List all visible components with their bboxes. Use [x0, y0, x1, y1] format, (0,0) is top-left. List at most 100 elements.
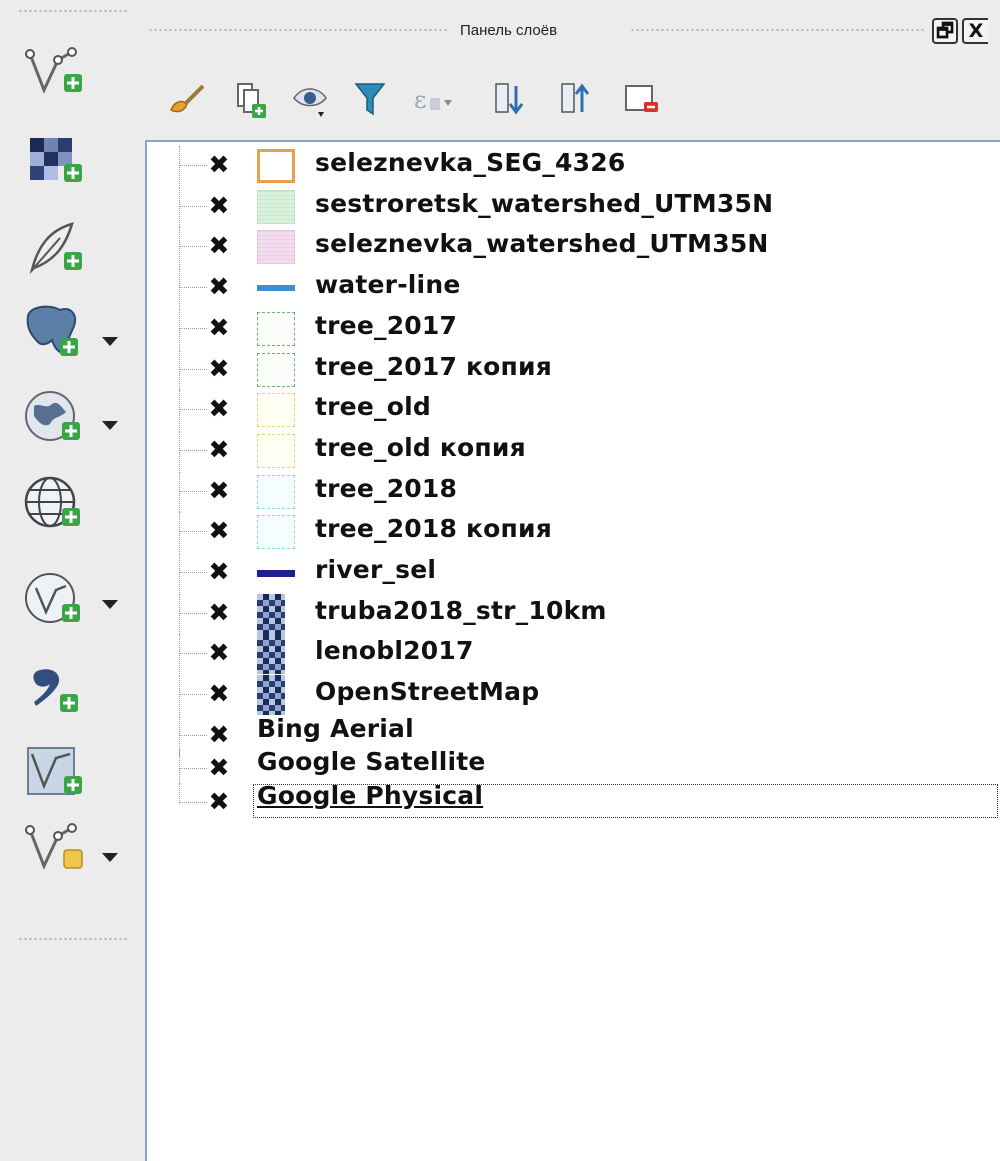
layer-visibility-checkbox[interactable]: ✖	[207, 152, 231, 177]
manage-visibility-button[interactable]	[290, 76, 334, 122]
collapse-all-icon	[561, 83, 590, 113]
layer-symbol-icon[interactable]	[257, 285, 295, 292]
layer-visibility-checkbox[interactable]: ✖	[207, 437, 231, 462]
add-virtual-layer-button[interactable]	[20, 660, 100, 720]
add-postgis-layer-icon	[26, 305, 78, 356]
layer-symbol-icon[interactable]	[257, 393, 295, 428]
layer-visibility-checkbox[interactable]: ✖	[207, 559, 231, 584]
toolbar-grip[interactable]	[18, 8, 128, 14]
layer-visibility-checkbox[interactable]: ✖	[207, 396, 231, 421]
add-wcs-layer-button[interactable]	[20, 474, 100, 534]
expand-all-button[interactable]	[490, 76, 534, 122]
new-layer-icon	[25, 823, 83, 870]
layer-row[interactable]: ✖ tree_2017	[147, 308, 1000, 349]
layer-row[interactable]: ✖ tree_old	[147, 390, 1000, 431]
layer-name[interactable]: seleznevka_SEG_4326	[315, 148, 625, 177]
layer-symbol-icon[interactable]	[257, 515, 295, 550]
new-layer-dropdown-arrow-icon[interactable]	[102, 853, 118, 862]
layer-visibility-checkbox[interactable]: ✖	[207, 274, 231, 299]
add-postgis-layer-button[interactable]	[20, 302, 100, 362]
layer-name[interactable]: tree_2018	[315, 474, 457, 503]
layer-row[interactable]: ✖ tree_old копия	[147, 430, 1000, 471]
layer-symbol-icon[interactable]	[257, 189, 295, 224]
layer-row[interactable]: ✖ seleznevka_watershed_UTM35N	[147, 227, 1000, 268]
layer-row[interactable]: ✖ Google Physical	[147, 781, 1000, 823]
layer-visibility-checkbox[interactable]: ✖	[207, 193, 231, 218]
layer-name[interactable]: Bing Aerial	[257, 714, 414, 743]
layer-visibility-checkbox[interactable]: ✖	[207, 755, 231, 780]
style-brush-button[interactable]	[165, 76, 209, 122]
layer-tree[interactable]: ✖ seleznevka_SEG_4326 ✖ sestroretsk_watersh…	[145, 140, 1000, 1161]
layer-name[interactable]: tree_2018 копия	[315, 514, 552, 543]
layer-symbol-icon[interactable]	[257, 570, 295, 577]
layer-name[interactable]: OpenStreetMap	[315, 677, 539, 706]
layer-visibility-checkbox[interactable]: ✖	[207, 478, 231, 503]
layer-name[interactable]: seleznevka_watershed_UTM35N	[315, 229, 769, 258]
tree-branch-line	[179, 490, 207, 492]
layer-visibility-checkbox[interactable]: ✖	[207, 722, 231, 747]
wfs-dropdown-arrow-icon[interactable]	[102, 600, 118, 609]
layer-visibility-checkbox[interactable]: ✖	[207, 315, 231, 340]
layer-name[interactable]: truba2018_str_10km	[315, 596, 607, 625]
filter-by-expression-button[interactable]: ε	[410, 76, 454, 122]
collapse-all-button[interactable]	[556, 76, 600, 122]
layer-visibility-checkbox[interactable]: ✖	[207, 640, 231, 665]
layer-visibility-checkbox[interactable]: ✖	[207, 681, 231, 706]
layer-symbol-icon[interactable]	[257, 149, 295, 183]
layer-name[interactable]: river_sel	[315, 555, 436, 584]
layer-row[interactable]: ✖ tree_2018 копия	[147, 512, 1000, 553]
add-group-button[interactable]	[228, 76, 272, 122]
layer-row[interactable]: ✖ water-line	[147, 268, 1000, 309]
layer-name[interactable]: tree_old копия	[315, 433, 526, 462]
layer-visibility-checkbox[interactable]: ✖	[207, 233, 231, 258]
tree-branch-line	[179, 612, 207, 614]
toolbar-grip[interactable]	[18, 936, 128, 942]
add-raster-layer-button[interactable]	[20, 130, 100, 190]
tree-branch-line	[179, 593, 180, 634]
layer-row[interactable]: ✖ truba2018_str_10km	[147, 593, 1000, 634]
add-wfs-layer-button[interactable]	[20, 570, 100, 630]
layer-name[interactable]: tree_old	[315, 392, 431, 421]
add-wms-layer-button[interactable]	[20, 388, 100, 448]
layer-symbol-icon[interactable]	[257, 675, 285, 716]
layer-name[interactable]: tree_2017	[315, 311, 457, 340]
layer-row[interactable]: ✖ tree_2018	[147, 471, 1000, 512]
layer-visibility-checkbox[interactable]: ✖	[207, 356, 231, 381]
layer-visibility-checkbox[interactable]: ✖	[207, 600, 231, 625]
add-delimited-text-layer-button[interactable]	[20, 218, 100, 278]
layer-row[interactable]: ✖ lenobl2017	[147, 634, 1000, 675]
float-panel-button[interactable]: 🗗	[932, 18, 958, 44]
layer-row[interactable]: ✖ tree_2017 копия	[147, 349, 1000, 390]
layer-symbol-icon[interactable]	[257, 230, 295, 265]
layer-name[interactable]: sestroretsk_watershed_UTM35N	[315, 189, 773, 218]
remove-layer-button[interactable]	[620, 76, 664, 122]
layer-visibility-checkbox[interactable]: ✖	[207, 789, 231, 814]
layer-symbol-icon[interactable]	[257, 352, 295, 387]
layer-visibility-checkbox[interactable]: ✖	[207, 518, 231, 543]
add-vector-layer-button[interactable]	[20, 42, 100, 102]
layer-row[interactable]: ✖ sestroretsk_watershed_UTM35N	[147, 186, 1000, 227]
layer-symbol-icon[interactable]	[257, 474, 295, 509]
manage-visibility-icon	[293, 88, 327, 117]
close-panel-button[interactable]: X	[962, 18, 988, 44]
tree-branch-line	[179, 471, 180, 512]
layer-row[interactable]: ✖ OpenStreetMap	[147, 675, 1000, 716]
add-mesh-layer-button[interactable]	[20, 742, 100, 802]
new-layer-button[interactable]	[20, 818, 100, 878]
filter-legend-button[interactable]	[350, 76, 394, 122]
layer-symbol-icon[interactable]	[257, 593, 285, 634]
layer-row[interactable]: ✖ river_sel	[147, 553, 1000, 593]
wms-dropdown-arrow-icon[interactable]	[102, 421, 118, 430]
panel-title-bar[interactable]: Панель слоёв 🗗 X	[140, 0, 1000, 64]
layer-symbol-icon[interactable]	[257, 311, 295, 346]
layer-name[interactable]: water-line	[315, 270, 460, 299]
tree-branch-line	[179, 675, 180, 716]
layer-symbol-icon[interactable]	[257, 634, 285, 675]
postgis-dropdown-arrow-icon[interactable]	[102, 337, 118, 346]
tree-branch-line	[179, 409, 207, 411]
layer-name[interactable]: tree_2017 копия	[315, 352, 552, 381]
layer-name[interactable]: lenobl2017	[315, 636, 474, 665]
layer-name[interactable]: Google Satellite	[257, 747, 486, 776]
layer-row[interactable]: ✖ seleznevka_SEG_4326	[147, 146, 1000, 186]
layer-symbol-icon[interactable]	[257, 433, 295, 468]
